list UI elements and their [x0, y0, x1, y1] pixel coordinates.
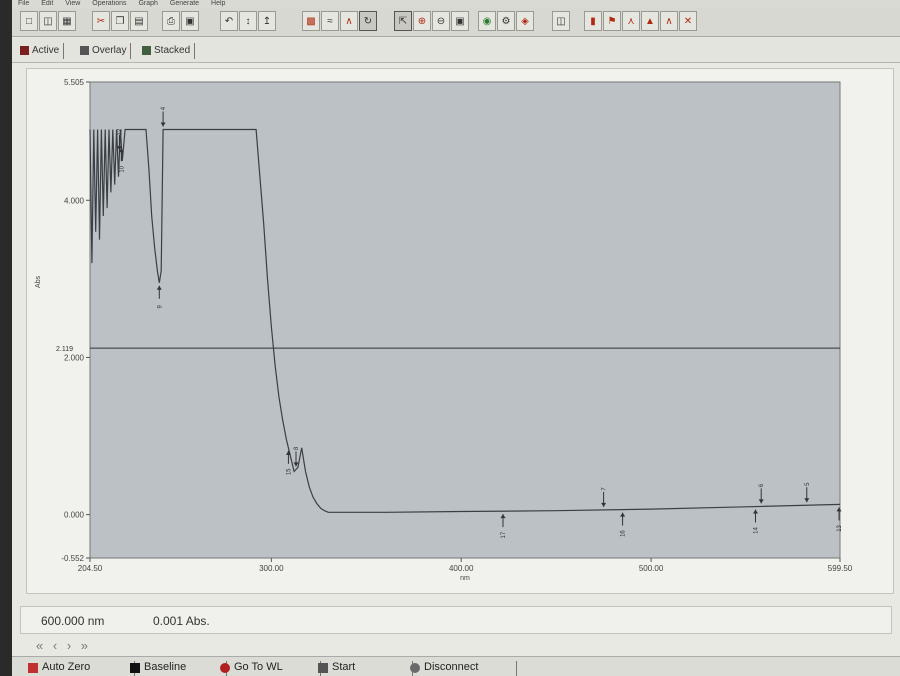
y-tick-label: 0.000 — [64, 511, 85, 520]
x-tick-label: 500.00 — [639, 564, 664, 573]
status-bar: 600.000 nm 0.001 Abs. — [20, 606, 892, 634]
valley-marker-label: 10 — [119, 165, 125, 172]
valley-marker-label: 13 — [837, 524, 843, 531]
cursor-value-label: 2.119 — [56, 346, 73, 353]
baseline-label: Baseline — [144, 661, 187, 673]
start-icon — [318, 663, 328, 673]
y-tick-label: -0.552 — [61, 554, 84, 563]
plot-area[interactable] — [89, 81, 841, 559]
absorbance-readout: 0.001 Abs. — [153, 614, 210, 628]
auto-zero-icon — [28, 663, 38, 673]
x-tick-label: 599.50 — [828, 564, 853, 573]
disconnect-button[interactable]: Disconnect — [408, 661, 517, 676]
go-to-wl-label: Go To WL — [234, 661, 283, 673]
wavelength-readout: 600.000 nm — [41, 614, 105, 628]
go-to-wl-button[interactable]: Go To WL — [218, 661, 321, 676]
x-tick-label: 204.50 — [78, 564, 103, 573]
disconnect-icon — [410, 663, 420, 673]
spectrum-chart[interactable]: 5.505 4.000 2.000 0.000 -0.552204.50 300.00 40… — [12, 0, 900, 675]
x-tick-label: 300.00 — [259, 564, 284, 573]
goto-wl-icon — [220, 663, 230, 673]
baseline-icon — [130, 663, 140, 673]
x-tick-label: 400.00 — [449, 564, 474, 573]
prev-arrow-icon[interactable]: ‹ — [53, 638, 57, 653]
app-window: File Edit View Operations Graph Generate… — [12, 0, 900, 676]
y-tick-label: 4.000 — [64, 196, 85, 205]
start-label: Start — [332, 661, 356, 673]
instrument-control-bar: Auto Zero Baseline Go To WL Start Discon… — [12, 656, 900, 676]
auto-zero-label: Auto Zero — [42, 661, 91, 673]
x-axis-label: nm — [460, 575, 470, 582]
y-tick-label: 5.505 — [64, 78, 85, 87]
y-axis-label: Abs — [35, 275, 42, 288]
last-arrow-icon[interactable]: » — [81, 638, 88, 653]
auto-zero-button[interactable]: Auto Zero — [26, 661, 135, 676]
start-button[interactable]: Start — [316, 661, 413, 676]
valley-marker-label: 17 — [501, 531, 507, 538]
valley-marker-label: 15 — [286, 468, 292, 475]
valley-marker-label: 16 — [621, 530, 627, 537]
navigation-arrows: « ‹ › » — [36, 638, 94, 656]
peak-marker-label: 12 — [117, 128, 123, 135]
valley-marker-label: 14 — [754, 527, 760, 534]
disconnect-label: Disconnect — [424, 661, 479, 673]
baseline-button[interactable]: Baseline — [128, 661, 227, 676]
y-tick-label: 2.000 — [64, 353, 85, 362]
next-arrow-icon[interactable]: › — [67, 638, 71, 653]
first-arrow-icon[interactable]: « — [36, 638, 43, 653]
